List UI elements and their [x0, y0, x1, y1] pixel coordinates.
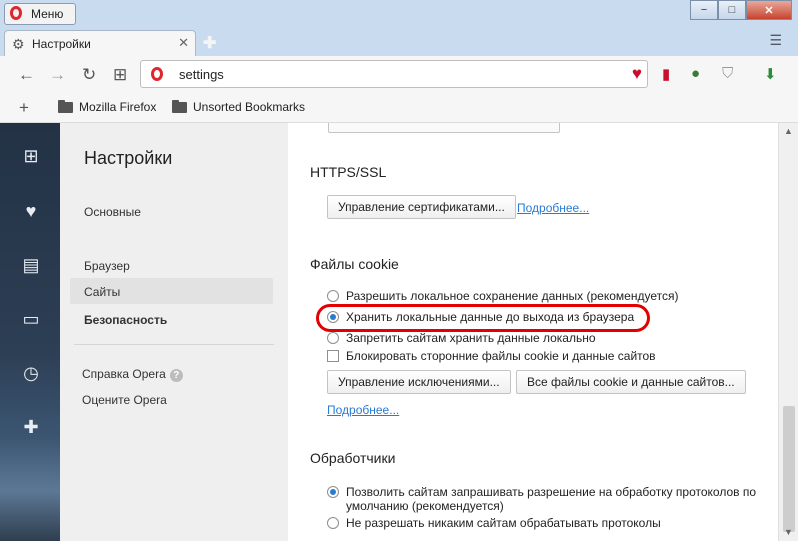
reload-icon[interactable]: ↻ [82, 65, 96, 85]
scroll-up-icon[interactable]: ▲ [784, 126, 793, 136]
vertical-scrollbar[interactable]: ▲ ▼ [778, 123, 798, 541]
opera-logo-icon [10, 6, 22, 20]
sidebar-help-link[interactable]: Справка Opera? [82, 367, 183, 382]
all-cookies-button[interactable]: Все файлы cookie и данные сайтов... [516, 370, 746, 394]
red-highlight-ring [316, 304, 650, 332]
cookies-section-title: Файлы cookie [310, 256, 399, 272]
tabs-devices-icon[interactable]: ▭ [20, 308, 42, 330]
new-tab-icon[interactable]: ✚ [203, 33, 216, 53]
heart-icon[interactable]: ♥ [632, 64, 642, 84]
sidebar-item-sites[interactable]: Сайты [84, 285, 120, 299]
sidebar-divider [74, 344, 274, 345]
add-bookmark-icon[interactable]: + [19, 98, 29, 118]
scrollbar-thumb[interactable] [783, 406, 795, 532]
bookmark-folder-firefox[interactable]: Mozilla Firefox [58, 99, 157, 114]
title-bar: Меню − □ ✕ [0, 0, 798, 28]
address-input[interactable]: settings [179, 67, 224, 82]
bookmark-folder-unsorted[interactable]: Unsorted Bookmarks [172, 99, 306, 114]
radio-button[interactable] [327, 517, 339, 529]
tab-close-icon[interactable]: ✕ [178, 35, 189, 51]
bookmark-label: Mozilla Firefox [79, 100, 157, 114]
https-section-title: HTTPS/SSL [310, 164, 387, 180]
forward-icon[interactable]: → [49, 65, 66, 85]
gear-icon: ⚙ [12, 36, 25, 52]
back-icon[interactable]: ← [18, 65, 35, 85]
speed-dial-icon[interactable]: ⊞ [113, 65, 127, 85]
download-icon[interactable]: ⬇ [764, 65, 777, 83]
cookie-option-block[interactable]: Запретить сайтам хранить данные локально [327, 331, 596, 345]
sidebar-item-basic[interactable]: Основные [84, 205, 141, 219]
settings-sidebar: Настройки Основные Браузер Сайты Безопас… [60, 123, 288, 541]
menu-label: Меню [31, 7, 64, 21]
checkbox[interactable] [327, 350, 339, 362]
opera-sidebar-strip: ⊞ ♥ ▤ ▭ ◷ ✚ [0, 123, 60, 541]
globe-icon[interactable]: ● [691, 65, 700, 82]
close-window-button[interactable]: ✕ [746, 0, 792, 20]
option-label: Разрешить локальное сохранение данных (р… [346, 289, 679, 303]
block-third-party-checkbox[interactable]: Блокировать сторонние файлы cookie и дан… [327, 349, 656, 363]
history-clock-icon[interactable]: ◷ [20, 362, 42, 384]
speed-dial-icon[interactable]: ⊞ [20, 145, 42, 167]
handler-option-allow[interactable]: Позволить сайтам запрашивать разрешение … [327, 485, 756, 513]
option-label: Позволить сайтам запрашивать разрешение … [346, 485, 757, 499]
extensions-icon[interactable]: ✚ [20, 416, 42, 438]
tab-settings[interactable]: ⚙ Настройки ✕ [4, 30, 196, 57]
help-label: Справка Opera [82, 367, 166, 381]
handler-option-deny[interactable]: Не разрешать никаким сайтам обрабатывать… [327, 516, 661, 530]
radio-button-selected[interactable] [327, 486, 339, 498]
heart-icon[interactable]: ♥ [20, 200, 42, 222]
help-question-icon: ? [169, 369, 183, 382]
browser-window: Меню − □ ✕ ⚙ Настройки ✕ ✚ ☰ ← → ↻ ⊞ set… [0, 0, 798, 541]
bookmarks-icon[interactable]: ▮ [662, 65, 670, 83]
cookie-option-allow[interactable]: Разрешить локальное сохранение данных (р… [327, 289, 678, 303]
folder-icon [172, 99, 187, 113]
option-label: Не разрешать никаким сайтам обрабатывать… [346, 516, 661, 530]
opera-menu-button[interactable]: Меню [4, 3, 76, 25]
bookmark-label: Unsorted Bookmarks [193, 100, 306, 114]
handlers-section-title: Обработчики [310, 450, 396, 466]
news-icon[interactable]: ▤ [20, 254, 42, 276]
cookies-more-link[interactable]: Подробнее... [327, 403, 399, 417]
checkbox-label: Блокировать сторонние файлы cookie и дан… [346, 349, 656, 363]
radio-button[interactable] [327, 332, 339, 344]
minimize-button[interactable]: − [690, 0, 718, 20]
manage-certificates-button[interactable]: Управление сертификатами... [327, 195, 516, 219]
settings-content: HTTPS/SSL Управление сертификатами... По… [288, 123, 778, 541]
tab-menu-icon[interactable]: ☰ [769, 32, 782, 49]
tab-bar: ⚙ Настройки ✕ ✚ ☰ [0, 28, 798, 57]
https-more-link[interactable]: Подробнее... [517, 201, 589, 215]
settings-title: Настройки [84, 148, 173, 168]
manage-exceptions-button[interactable]: Управление исключениями... [327, 370, 511, 394]
sidebar-item-security[interactable]: Безопасность [84, 313, 167, 327]
option-label-continued: умолчанию (рекомендуется) [346, 499, 504, 513]
maximize-button[interactable]: □ [718, 0, 746, 20]
radio-button[interactable] [327, 290, 339, 302]
scroll-down-icon[interactable]: ▼ [784, 527, 793, 537]
sidebar-item-browser[interactable]: Браузер [84, 259, 130, 273]
bookmarks-bar: + Mozilla Firefox Unsorted Bookmarks [0, 94, 798, 123]
address-bar[interactable]: settings ♥ [140, 60, 648, 88]
shield-icon[interactable]: ⛉ [722, 65, 733, 82]
navigation-toolbar: ← → ↻ ⊞ settings ♥ ▮ ● ⛉ ⬇ [0, 56, 798, 94]
tab-label: Настройки [32, 37, 91, 51]
sidebar-rate-link[interactable]: Оцените Opera [82, 393, 167, 407]
opera-logo-icon [151, 67, 163, 81]
folder-icon [58, 99, 73, 113]
partially-hidden-button[interactable] [328, 123, 560, 133]
option-label: Запретить сайтам хранить данные локально [346, 331, 596, 345]
window-controls: − □ ✕ [690, 0, 792, 20]
